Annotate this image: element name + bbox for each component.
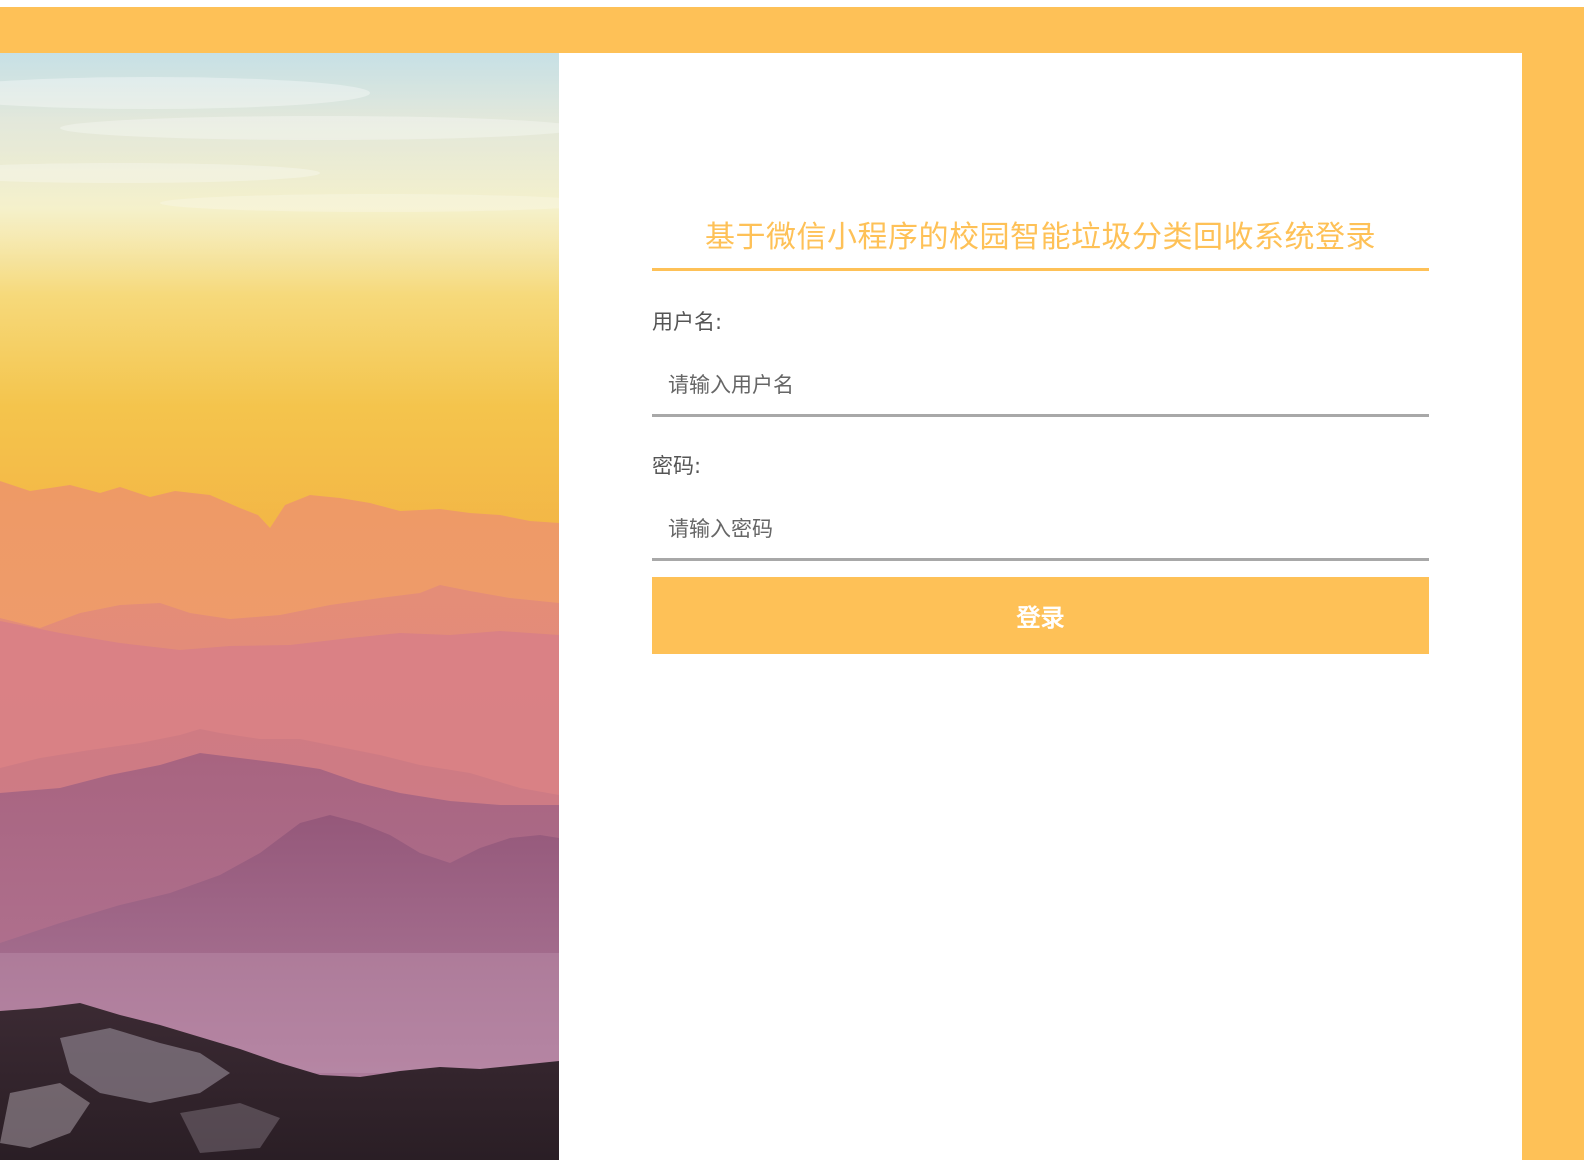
- password-input[interactable]: [652, 499, 1429, 561]
- login-form: 基于微信小程序的校园智能垃圾分类回收系统登录 用户名: 密码: 登录: [652, 218, 1429, 654]
- username-input[interactable]: [652, 355, 1429, 417]
- top-accent-band: [0, 7, 1584, 53]
- mountain-sunset-image: [0, 53, 559, 1160]
- username-label: 用户名:: [652, 310, 723, 334]
- login-button[interactable]: 登录: [652, 577, 1429, 654]
- password-label: 密码:: [652, 454, 702, 478]
- login-title: 基于微信小程序的校园智能垃圾分类回收系统登录: [652, 218, 1429, 271]
- right-accent-band: [1522, 7, 1584, 1160]
- login-panel: 基于微信小程序的校园智能垃圾分类回收系统登录 用户名: 密码: 登录: [559, 53, 1522, 1160]
- login-page: 基于微信小程序的校园智能垃圾分类回收系统登录 用户名: 密码: 登录: [0, 0, 1584, 1172]
